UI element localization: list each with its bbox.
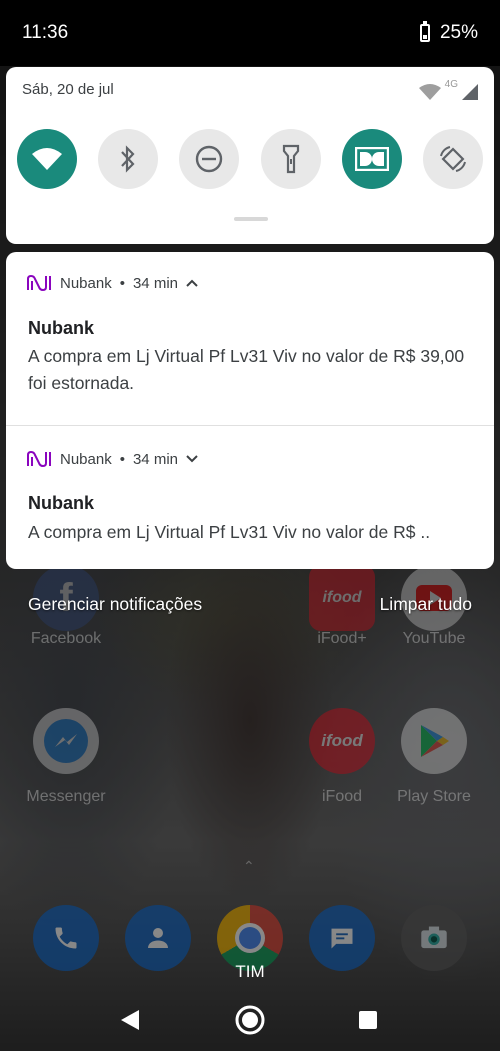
recents-button[interactable] [351, 1003, 385, 1037]
auto-rotate-icon [439, 146, 466, 172]
bluetooth-tile[interactable] [98, 129, 159, 189]
notification-title: Nubank [28, 493, 95, 513]
qs-expand-handle[interactable] [234, 217, 268, 221]
chevron-down-icon[interactable] [186, 455, 198, 463]
nubank-icon [27, 450, 51, 468]
wifi-icon [32, 148, 62, 170]
cell-signal-icon [462, 84, 478, 100]
do-not-disturb-tile[interactable] [179, 129, 240, 189]
flashlight-tile[interactable] [260, 129, 321, 189]
notification-time: 34 min [132, 274, 178, 292]
bluetooth-icon [121, 145, 135, 173]
flashlight-icon [282, 144, 299, 174]
network-type: 4G [444, 79, 458, 90]
status-time: 11:36 [22, 22, 69, 43]
nubank-icon [27, 274, 51, 292]
notification-header: Nubank • 34 min [26, 274, 198, 292]
notification-app-name: Nubank [60, 450, 112, 468]
quick-settings-panel: Sáb, 20 de jul 4G [6, 67, 494, 244]
manage-notifications-button[interactable]: Gerenciar notificações [28, 594, 202, 615]
notification-time: 34 min [132, 450, 178, 468]
notification-title: Nubank [28, 318, 95, 338]
home-icon [235, 1005, 265, 1035]
battery-icon [419, 21, 430, 42]
clear-all-button[interactable]: Limpar tudo [380, 594, 472, 615]
notification-actions: Gerenciar notificações Limpar tudo [28, 594, 472, 615]
notification-item[interactable]: Nubank • 34 min Nubank A compra em Lj Vi… [6, 425, 494, 569]
dolby-tile[interactable] [341, 129, 402, 189]
notification-app-name: Nubank [60, 274, 112, 292]
carrier-label: TIM [235, 962, 265, 981]
qs-signal: 4G [418, 79, 478, 100]
qs-date[interactable]: Sáb, 20 de jul [22, 81, 114, 98]
auto-rotate-tile[interactable] [422, 129, 483, 189]
wifi-signal-icon [418, 84, 441, 100]
wifi-tile[interactable] [17, 129, 77, 189]
battery-percent: 25% [439, 22, 478, 43]
notification-item[interactable]: Nubank • 34 min Nubank A compra em Lj Vi… [6, 252, 494, 425]
qs-tiles [17, 129, 483, 189]
recents-icon [359, 1011, 377, 1029]
status-bar: 11:36 25% [0, 0, 500, 66]
back-button[interactable] [113, 1003, 147, 1037]
notification-group: Nubank • 34 min Nubank A compra em Lj Vi… [6, 252, 494, 569]
notification-body: A compra em Lj Virtual Pf Lv31 Viv no va… [28, 522, 431, 542]
notification-separator: • [119, 450, 125, 468]
status-right: 25% [419, 21, 478, 44]
notification-separator: • [119, 274, 125, 292]
back-icon [121, 1010, 139, 1030]
navigation-bar [0, 985, 500, 1051]
notification-header: Nubank • 34 min [26, 450, 198, 468]
home-button[interactable] [233, 1003, 267, 1037]
do-not-disturb-icon [196, 145, 223, 173]
chevron-up-icon[interactable] [186, 279, 198, 287]
dolby-icon [354, 147, 389, 171]
notification-body: A compra em Lj Virtual Pf Lv31 Viv no va… [28, 346, 465, 393]
